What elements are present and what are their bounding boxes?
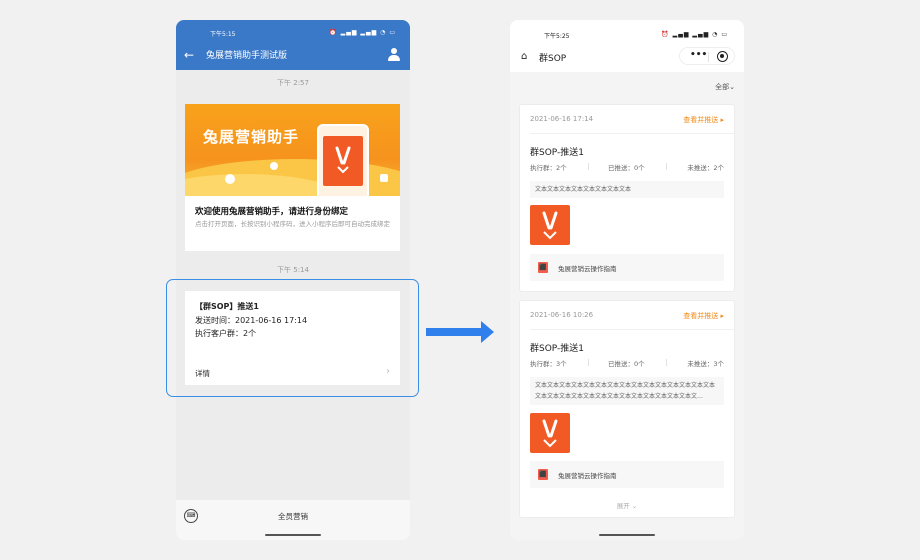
sop-card: 2021-06-16 17:14 查看并推送 ▸ 群SOP-推送1 执行群：2个… bbox=[519, 104, 735, 292]
file-attachment[interactable]: ⬛ 兔展营销云操作指南 bbox=[530, 461, 724, 488]
welcome-message-card[interactable]: 兔展营销助手 欢迎使用兔展营销助手，请进行身份绑定 点击打开页面，长按识别小程序… bbox=[185, 104, 400, 251]
highlight-frame bbox=[166, 279, 419, 397]
sop-date: 2021-06-16 10:26 bbox=[530, 311, 594, 319]
expand-button[interactable]: 展开 ⌄ bbox=[520, 500, 734, 510]
unpushed-count: 未推送：2个 bbox=[687, 164, 724, 172]
home-icon[interactable]: ⌂ bbox=[521, 51, 527, 62]
divider bbox=[530, 329, 734, 330]
divider bbox=[530, 133, 734, 134]
menu-item-all-staff-marketing[interactable]: 全员营销 bbox=[176, 511, 410, 522]
pushed-count: 已推送：0个 bbox=[608, 360, 645, 368]
back-arrow-icon[interactable]: ← bbox=[184, 48, 194, 62]
status-time: 下午5:25 bbox=[544, 33, 570, 40]
message-timestamp: 下午 5:14 bbox=[277, 266, 309, 274]
sop-date: 2021-06-16 17:14 bbox=[530, 115, 594, 123]
miniprogram-sop-screen: 下午5:25 ⏰ ▂▄▆ ▂▄▆ ◔ ▭ ⌂ 群SOP ••• 全部⌄ 2021… bbox=[510, 20, 744, 540]
flow-arrow-icon bbox=[426, 321, 494, 343]
pushed-count: 已推送：0个 bbox=[608, 164, 645, 172]
banner-title: 兔展营销助手 bbox=[203, 128, 300, 146]
chat-title: 兔展营销助手测试版 bbox=[206, 51, 288, 61]
exec-groups: 执行群：3个 bbox=[530, 360, 567, 368]
capsule-divider bbox=[708, 52, 709, 62]
stat-divider bbox=[666, 163, 667, 170]
sop-text-content: 文本文本文本文本文本文本文本文本 bbox=[530, 181, 724, 198]
sop-text-content: 文本文本文本文本文本文本文本文本文本文本文本文本文本文本文本文本文本文本文本文本… bbox=[530, 377, 724, 405]
image-attachment[interactable] bbox=[530, 205, 570, 245]
view-and-push-link[interactable]: 查看并推送 ▸ bbox=[683, 115, 724, 125]
phone-illustration bbox=[317, 124, 369, 196]
close-miniprogram-icon[interactable] bbox=[717, 51, 728, 62]
status-time: 下午5:15 bbox=[210, 31, 236, 38]
decor-circle bbox=[225, 174, 235, 184]
view-and-push-link[interactable]: 查看并推送 ▸ bbox=[683, 311, 724, 321]
miniprogram-header: 下午5:25 ⏰ ▂▄▆ ▂▄▆ ◔ ▭ ⌂ 群SOP ••• bbox=[510, 20, 744, 72]
rabbit-logo-icon bbox=[323, 136, 363, 186]
stat-divider bbox=[588, 163, 589, 170]
page-title: 群SOP bbox=[539, 54, 567, 64]
home-indicator bbox=[599, 533, 655, 536]
bottom-menu-bar: ⌨ 全员营销 bbox=[176, 500, 410, 540]
stat-divider bbox=[666, 359, 667, 366]
file-name: 兔展营销云操作指南 bbox=[558, 472, 617, 480]
sop-stats: 执行群：3个 已推送：0个 未推送：3个 bbox=[530, 358, 724, 368]
stat-divider bbox=[588, 359, 589, 366]
chat-header: 下午5:15 ⏰ ▂▄▆ ▂▄▆ ◔ ▭ ← 兔展营销助手测试版 bbox=[176, 20, 410, 70]
home-indicator bbox=[265, 533, 321, 536]
filter-dropdown[interactable]: 全部⌄ bbox=[715, 82, 735, 92]
welcome-description: 点击打开页面，长按识别小程序码，进入小程序后即可自动完成绑定 bbox=[195, 220, 390, 228]
welcome-banner: 兔展营销助手 bbox=[185, 104, 400, 196]
status-icons: ⏰ ▂▄▆ ▂▄▆ ◔ ▭ bbox=[661, 31, 728, 38]
status-bar: 下午5:15 ⏰ ▂▄▆ ▂▄▆ ◔ ▭ bbox=[176, 29, 410, 39]
exec-groups: 执行群：2个 bbox=[530, 164, 567, 172]
sop-card: 2021-06-16 10:26 查看并推送 ▸ 群SOP-推送1 执行群：3个… bbox=[519, 300, 735, 518]
pdf-icon: ⬛ bbox=[538, 469, 548, 480]
sop-title: 群SOP-推送1 bbox=[530, 344, 585, 354]
image-attachment[interactable] bbox=[530, 413, 570, 453]
welcome-title: 欢迎使用兔展营销助手，请进行身份绑定 bbox=[195, 207, 349, 217]
decor-circle bbox=[270, 162, 278, 170]
sop-title: 群SOP-推送1 bbox=[530, 148, 585, 158]
more-options-icon[interactable]: ••• bbox=[690, 50, 707, 60]
pdf-icon: ⬛ bbox=[538, 262, 548, 273]
unpushed-count: 未推送：3个 bbox=[687, 360, 724, 368]
sop-stats: 执行群：2个 已推送：0个 未推送：2个 bbox=[530, 162, 724, 172]
status-icons: ⏰ ▂▄▆ ▂▄▆ ◔ ▭ bbox=[329, 29, 396, 36]
miniprogram-capsule: ••• bbox=[679, 47, 735, 65]
decor-square bbox=[380, 174, 388, 182]
file-name: 兔展营销云操作指南 bbox=[558, 265, 617, 273]
user-profile-icon[interactable] bbox=[388, 48, 400, 62]
file-attachment[interactable]: ⬛ 兔展营销云操作指南 bbox=[530, 254, 724, 281]
message-timestamp: 下午 2:57 bbox=[277, 79, 309, 87]
